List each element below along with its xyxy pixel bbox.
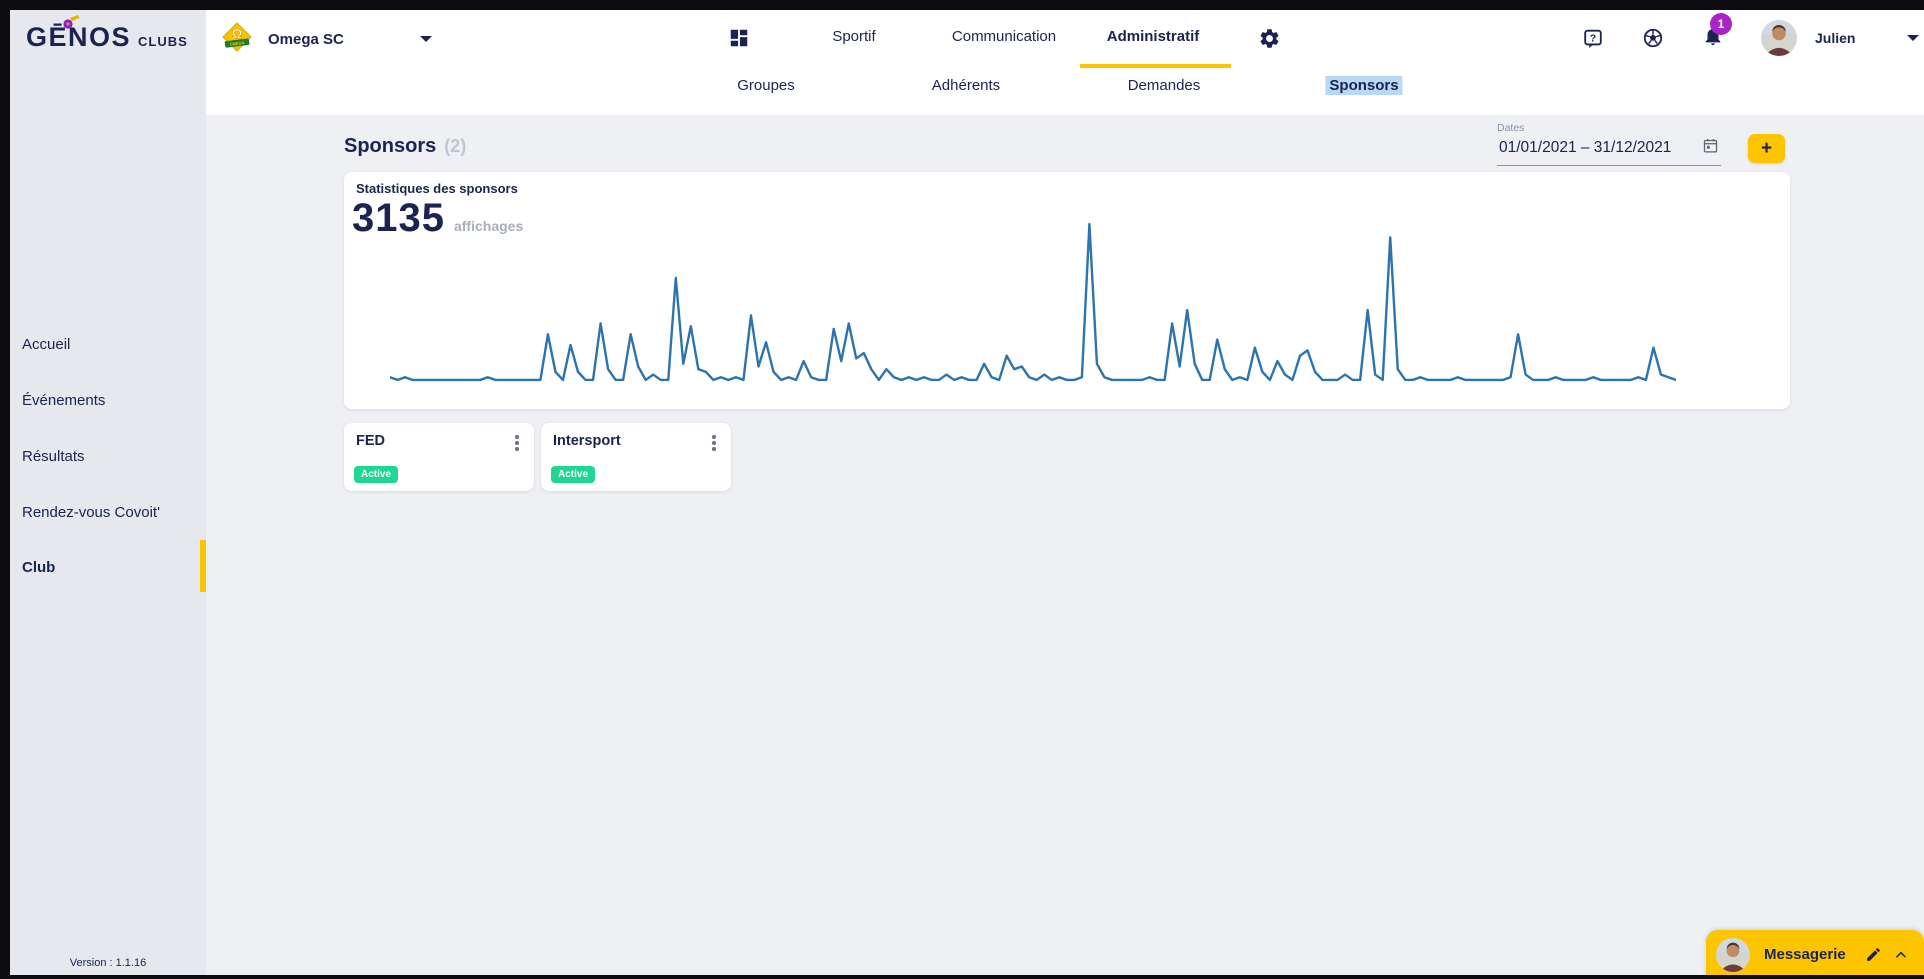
- tab-communication[interactable]: Communication: [952, 28, 1056, 45]
- avatar: [1761, 20, 1797, 56]
- sidebar: GĒNOS CLUBS Accueil Événements Résultats…: [10, 10, 206, 975]
- sponsor-card-fed: FED Active: [344, 423, 534, 491]
- window-top-edge: [0, 0, 1924, 10]
- settings-button[interactable]: [1249, 18, 1289, 58]
- svg-text:?: ?: [1590, 32, 1596, 44]
- sponsor-views-chart: [390, 216, 1676, 388]
- chevron-down-icon: [420, 36, 432, 42]
- subnav-item-sponsors[interactable]: Sponsors: [1325, 77, 1402, 94]
- sidebar-item-label: Rendez-vous Covoit': [22, 504, 160, 521]
- tab-administratif[interactable]: Administratif: [1107, 28, 1200, 45]
- kebab-menu-button[interactable]: [703, 431, 725, 455]
- svg-text:Ω: Ω: [232, 25, 243, 40]
- club-name: Omega SC: [268, 31, 344, 48]
- collapse-messaging-button[interactable]: [1888, 942, 1914, 968]
- subnav-label: Demandes: [1128, 77, 1201, 94]
- chevron-down-icon: [1907, 35, 1919, 41]
- dates-label: Dates: [1497, 122, 1721, 134]
- avatar: [1716, 938, 1750, 972]
- omega-club-badge-icon: Ω OMEGA: [222, 22, 252, 57]
- tab-label: Communication: [952, 28, 1056, 45]
- logo-secondary-text: CLUBS: [138, 34, 188, 49]
- window-left-edge: [0, 0, 10, 979]
- line-chart-svg: [390, 216, 1676, 388]
- subnav-label: Sponsors: [1325, 76, 1402, 95]
- active-tab-indicator: [1080, 64, 1231, 68]
- version-label: Version : 1.1.16: [10, 957, 206, 969]
- sidebar-item-label: Accueil: [22, 336, 70, 353]
- page-title-row: Sponsors (2): [344, 135, 466, 158]
- pencil-icon: [1865, 946, 1882, 963]
- sidebar-item-label: Club: [22, 559, 55, 576]
- compose-message-button[interactable]: [1860, 942, 1886, 968]
- subnav-label: Groupes: [737, 77, 795, 94]
- sidebar-item-rendez-vous-covoit[interactable]: Rendez-vous Covoit': [10, 492, 206, 532]
- soccer-ball-icon: [1642, 27, 1664, 49]
- main-content: Sponsors (2) Dates 01/01/2021 – 31/12/20…: [206, 115, 1924, 979]
- sidebar-item-evenements[interactable]: Événements: [10, 380, 206, 420]
- sponsor-card-intersport: Intersport Active: [541, 423, 731, 491]
- active-item-indicator: [200, 540, 206, 592]
- sidebar-item-club[interactable]: Club: [10, 547, 206, 587]
- dashboard-grid-icon: [728, 27, 750, 49]
- status-badge: Active: [551, 466, 595, 483]
- subnav-label: Adhérents: [932, 77, 1000, 94]
- window-bottom-edge: [0, 975, 1924, 979]
- notifications-button[interactable]: 1: [1693, 18, 1733, 58]
- subnav-item-groupes[interactable]: Groupes: [737, 77, 795, 94]
- sidebar-item-label: Résultats: [22, 448, 85, 465]
- stats-title: Statistiques des sponsors: [356, 181, 518, 196]
- sponsor-stats-card: Statistiques des sponsors 3135 affichage…: [344, 172, 1790, 409]
- user-menu[interactable]: Julien: [1761, 16, 1919, 60]
- help-button[interactable]: ?: [1573, 18, 1613, 58]
- sponsor-name: FED: [356, 433, 385, 449]
- subnav-item-adherents[interactable]: Adhérents: [932, 77, 1000, 94]
- messaging-label: Messagerie: [1764, 946, 1846, 963]
- tab-label: Sportif: [832, 28, 875, 45]
- messaging-bar[interactable]: Messagerie: [1706, 930, 1924, 979]
- whistle-icon: [62, 14, 80, 35]
- tab-label: Administratif: [1107, 28, 1200, 45]
- kebab-menu-button[interactable]: [506, 431, 528, 455]
- calendar-icon[interactable]: [1702, 137, 1719, 159]
- subnav-item-demandes[interactable]: Demandes: [1128, 77, 1201, 94]
- soccer-ball-button[interactable]: [1633, 18, 1673, 58]
- header: Ω OMEGA Omega SC Sportif Communication A…: [206, 10, 1924, 115]
- dates-field[interactable]: Dates 01/01/2021 – 31/12/2021: [1497, 122, 1721, 166]
- status-badge: Active: [354, 466, 398, 483]
- sidebar-item-resultats[interactable]: Résultats: [10, 436, 206, 476]
- sponsor-name: Intersport: [553, 433, 621, 449]
- sidebar-item-label: Événements: [22, 392, 105, 409]
- notification-badge: 1: [1710, 13, 1732, 35]
- chevron-up-icon: [1894, 948, 1908, 962]
- help-icon: ?: [1582, 27, 1604, 50]
- sidebar-item-accueil[interactable]: Accueil: [10, 324, 206, 364]
- tab-sportif[interactable]: Sportif: [832, 28, 875, 45]
- dates-value: 01/01/2021 – 31/12/2021: [1499, 139, 1671, 157]
- club-selector[interactable]: Ω OMEGA Omega SC: [222, 18, 432, 60]
- page-title: Sponsors: [344, 135, 436, 158]
- genos-logo: GĒNOS CLUBS: [26, 24, 196, 68]
- add-sponsor-button[interactable]: +: [1748, 134, 1785, 163]
- dashboard-grid-button[interactable]: [719, 18, 759, 58]
- user-name: Julien: [1815, 30, 1855, 46]
- gear-icon: [1258, 27, 1281, 50]
- page-count: (2): [444, 136, 466, 157]
